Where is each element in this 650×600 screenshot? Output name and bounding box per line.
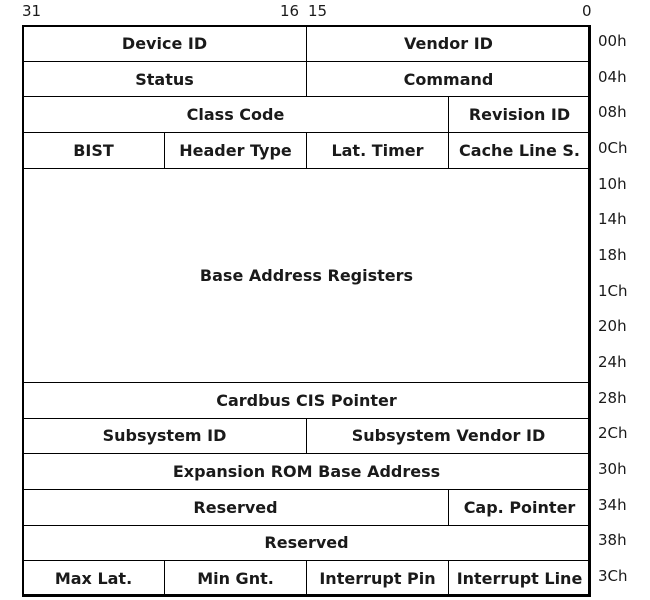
register-field-subsystem-id: Subsystem ID — [22, 417, 307, 455]
register-field-command: Command — [306, 60, 591, 98]
offset-label: 1Ch — [598, 281, 628, 300]
offset-label: 28h — [598, 388, 627, 407]
register-grid: Device ID Vendor ID Status Command Class Cod… — [22, 25, 591, 597]
offset-label: 20h — [598, 317, 627, 336]
register-field-device-id: Device ID — [22, 25, 307, 62]
register-field-max-lat: Max Lat. — [22, 560, 165, 597]
offset-label: 00h — [598, 31, 627, 50]
offset-label: 34h — [598, 495, 627, 514]
register-field-vendor-id: Vendor ID — [306, 25, 591, 62]
register-field-cache-line-s: Cache Line S. — [448, 132, 591, 169]
offset-label: 10h — [598, 174, 627, 193]
offset-label: 08h — [598, 103, 627, 122]
register-field-expansion-rom-base-address: Expansion ROM Base Address — [22, 453, 591, 490]
bit-label-15: 15 — [308, 2, 328, 20]
offset-label: 18h — [598, 245, 627, 264]
offset-label: 24h — [598, 353, 627, 372]
offset-label: 38h — [598, 531, 627, 550]
register-field-revision-id: Revision ID — [448, 96, 591, 134]
register-field-bist: BIST — [22, 132, 165, 169]
register-field-cap-pointer: Cap. Pointer — [448, 488, 591, 526]
register-field-subsystem-vendor-id: Subsystem Vendor ID — [306, 417, 591, 455]
bit-label-16: 16 — [280, 2, 300, 20]
offset-label: 14h — [598, 210, 627, 229]
bit-label-0: 0 — [582, 2, 592, 20]
offset-label: 30h — [598, 460, 627, 479]
register-field-header-type: Header Type — [164, 132, 307, 169]
offset-label: 0Ch — [598, 138, 628, 157]
register-field-lat-timer: Lat. Timer — [306, 132, 449, 169]
register-field-class-code: Class Code — [22, 96, 449, 134]
register-field-reserved: Reserved — [22, 524, 591, 562]
offset-label: 04h — [598, 67, 627, 86]
bit-label-31: 31 — [22, 2, 42, 20]
register-field-reserved: Reserved — [22, 488, 449, 526]
register-field-base-address-registers: Base Address Registers — [22, 167, 591, 383]
register-field-min-gnt: Min Gnt. — [164, 560, 307, 597]
register-field-status: Status — [22, 60, 307, 98]
offset-label: 2Ch — [598, 424, 628, 443]
register-field-cardbus-cis-pointer: Cardbus CIS Pointer — [22, 381, 591, 419]
offset-label: 3Ch — [598, 567, 628, 586]
register-field-interrupt-line: Interrupt Line — [448, 560, 591, 597]
register-field-interrupt-pin: Interrupt Pin — [306, 560, 449, 597]
